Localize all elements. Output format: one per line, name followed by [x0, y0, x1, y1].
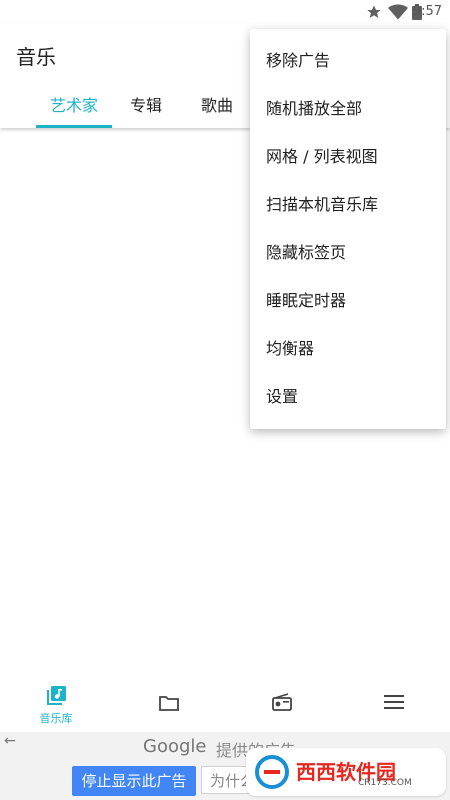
status-bar: 9:57 [0, 0, 450, 24]
wifi-icon [388, 4, 408, 20]
status-time: 9:57 [412, 4, 442, 19]
menu-item-shuffle-all[interactable]: 随机播放全部 [266, 99, 362, 119]
watermark-site: CR173.COM [358, 778, 412, 788]
star-icon [367, 5, 381, 18]
radio-icon [272, 693, 292, 711]
menu-item-hide-tabs[interactable]: 隐藏标签页 [266, 243, 346, 263]
music-library-icon [47, 686, 66, 705]
tab-artists[interactable]: 艺术家 [50, 92, 98, 116]
menu-item-settings[interactable]: 设置 [266, 387, 298, 407]
menu-item-remove-ads[interactable]: 移除广告 [266, 51, 330, 71]
menu-item-sleep-timer[interactable]: 睡眠定时器 [266, 291, 346, 311]
page-title: 音乐 [16, 45, 56, 69]
folder-icon [159, 696, 179, 711]
watermark-logo: 西西软件园 CR173.COM [246, 748, 446, 796]
back-arrow-icon[interactable]: ← [4, 733, 16, 749]
nav-item-music-library[interactable]: 音乐库 [0, 680, 112, 732]
bottom-navigation: 音乐库 [0, 680, 450, 732]
menu-item-equalizer[interactable]: 均衡器 [266, 339, 314, 359]
nav-label-music-library: 音乐库 [39, 712, 73, 725]
tab-songs[interactable]: 歌曲 [201, 92, 233, 116]
menu-item-grid-list-view[interactable]: 网格 / 列表视图 [266, 147, 378, 167]
nav-item-more[interactable] [338, 680, 450, 732]
menu-item-scan-library[interactable]: 扫描本机音乐库 [266, 195, 378, 215]
nav-item-radio[interactable] [225, 680, 337, 732]
google-logo: Google [143, 736, 207, 757]
menu-icon [384, 695, 404, 709]
watermark-emblem-icon [255, 755, 289, 789]
nav-item-folders[interactable] [112, 680, 224, 732]
tab-albums[interactable]: 专辑 [130, 92, 162, 116]
tab-indicator [36, 125, 112, 128]
stop-showing-ad-button[interactable]: 停止显示此广告 [72, 766, 196, 796]
overflow-menu: 移除广告 随机播放全部 网格 / 列表视图 扫描本机音乐库 隐藏标签页 睡眠定时… [250, 29, 446, 429]
